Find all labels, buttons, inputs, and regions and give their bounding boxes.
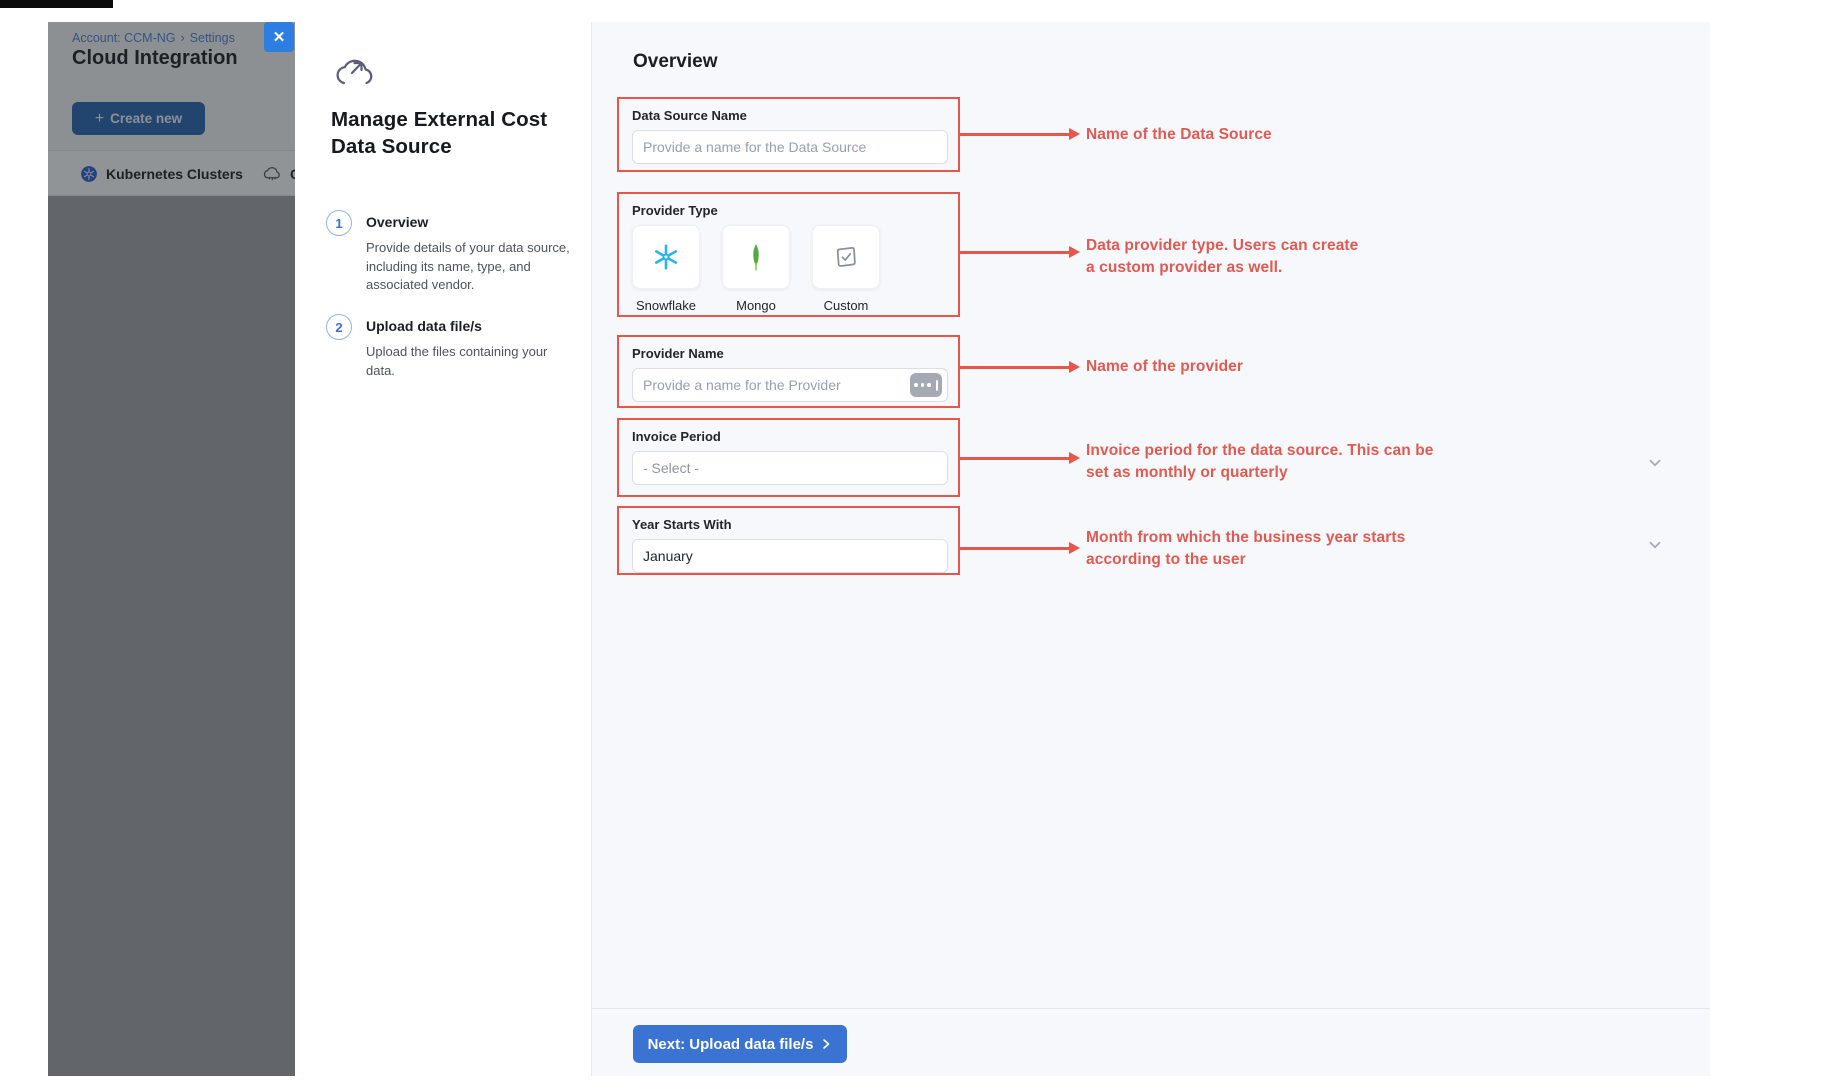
step-1-description: Provide details of your data source, inc… bbox=[366, 239, 572, 295]
annotation-text-provider-type: Data provider type. Users can create a c… bbox=[1086, 235, 1362, 279]
annotation-box-data-source-name: Data Source Name bbox=[617, 97, 960, 172]
annotation-arrow bbox=[960, 457, 1070, 460]
invoice-period-label: Invoice Period bbox=[632, 429, 946, 444]
annotation-box-invoice-period: Invoice Period - Select - bbox=[617, 418, 960, 497]
modal-backdrop bbox=[48, 22, 295, 1076]
snowflake-icon bbox=[651, 242, 681, 272]
chevron-down-icon[interactable] bbox=[1646, 454, 1664, 472]
close-button[interactable]: ✕ bbox=[264, 22, 294, 52]
step-2-description: Upload the files containing your data. bbox=[366, 343, 572, 380]
mongo-leaf-icon bbox=[743, 242, 769, 272]
annotation-box-year-starts-with: Year Starts With January bbox=[617, 506, 960, 575]
custom-provider-icon bbox=[832, 243, 860, 271]
provider-card-custom[interactable] bbox=[812, 225, 880, 289]
form-heading: Overview bbox=[633, 51, 718, 73]
annotation-text-provider-name: Name of the provider bbox=[1086, 356, 1243, 378]
provider-type-options: Snowflake Mongo bbox=[632, 225, 946, 313]
step-1-number: 1 bbox=[335, 216, 342, 231]
next-upload-label: Next: Upload data file/s bbox=[648, 1036, 814, 1053]
data-source-name-input[interactable] bbox=[632, 130, 948, 164]
next-upload-button[interactable]: Next: Upload data file/s bbox=[633, 1025, 847, 1063]
chevron-right-icon bbox=[820, 1038, 832, 1050]
ellipsis-icon bbox=[914, 383, 918, 387]
chevron-down-icon[interactable] bbox=[1646, 536, 1664, 554]
step-2-number: 2 bbox=[335, 320, 342, 335]
provider-card-snowflake[interactable] bbox=[632, 225, 700, 289]
provider-type-label: Provider Type bbox=[632, 203, 946, 218]
annotation-arrow bbox=[960, 547, 1070, 550]
provider-name-input[interactable] bbox=[632, 368, 948, 402]
ellipsis-button[interactable] bbox=[910, 373, 942, 397]
wizard-title: Manage External Cost Data Source bbox=[331, 106, 569, 160]
wizard-sidebar: Manage External Cost Data Source 1 Overv… bbox=[295, 22, 592, 1076]
step-2-title[interactable]: Upload data file/s bbox=[366, 318, 482, 334]
provider-name-label: Provider Name bbox=[632, 346, 946, 361]
data-source-name-label: Data Source Name bbox=[632, 108, 946, 123]
invoice-period-select[interactable]: - Select - bbox=[632, 451, 948, 485]
browser-edge-strip bbox=[0, 0, 113, 8]
annotation-arrow bbox=[960, 251, 1070, 254]
provider-card-mongo[interactable] bbox=[722, 225, 790, 289]
annotation-arrow bbox=[960, 366, 1070, 369]
annotation-text-year-starts: Month from which the business year start… bbox=[1086, 527, 1436, 571]
provider-label-mongo: Mongo bbox=[722, 298, 790, 313]
year-starts-with-label: Year Starts With bbox=[632, 517, 946, 532]
annotation-text-data-source: Name of the Data Source bbox=[1086, 124, 1272, 146]
footer-divider bbox=[592, 1008, 1710, 1009]
provider-label-snowflake: Snowflake bbox=[632, 298, 700, 313]
annotation-arrow bbox=[960, 133, 1070, 136]
close-icon: ✕ bbox=[273, 28, 286, 46]
step-1-title[interactable]: Overview bbox=[366, 214, 428, 230]
cloud-export-icon bbox=[332, 56, 374, 90]
provider-label-custom: Custom bbox=[812, 298, 880, 313]
step-2-circle[interactable]: 2 bbox=[326, 314, 352, 340]
annotation-box-provider-type: Provider Type Snowflake bbox=[617, 192, 960, 317]
year-starts-with-select[interactable]: January bbox=[632, 539, 948, 573]
app-window: Account: CCM-NG›Settings Cloud Integrati… bbox=[0, 0, 1830, 1082]
annotation-box-provider-name: Provider Name bbox=[617, 335, 960, 408]
annotation-text-invoice-period: Invoice period for the data source. This… bbox=[1086, 440, 1440, 484]
step-1-circle[interactable]: 1 bbox=[326, 210, 352, 236]
